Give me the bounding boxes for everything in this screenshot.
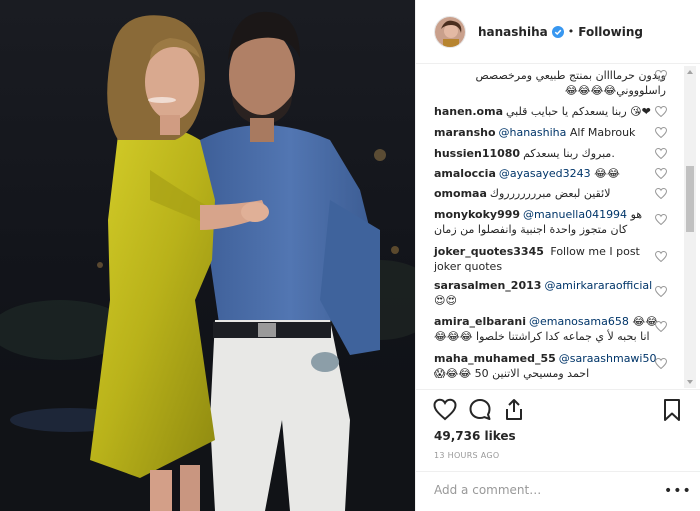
comment-text: ويدون حرماااان بمنتج طبيعي ومرخصصص — [475, 69, 666, 82]
list-item: maransho @hanashiha Alf Mabrouk — [434, 125, 666, 140]
comment-mention[interactable]: @emanosama658 — [529, 315, 629, 328]
comment-mention[interactable]: @amirkararaofficial — [544, 279, 652, 292]
heart-icon[interactable] — [655, 358, 667, 369]
separator-dot: • — [567, 25, 575, 38]
comment-user[interactable]: monykoky999 — [434, 208, 520, 221]
comment-text: 😂😂 — [590, 167, 620, 180]
comment-user[interactable]: amira_elbarani — [434, 315, 526, 328]
comment-mention[interactable]: @ayasayed3243 — [499, 167, 591, 180]
comment-user[interactable]: omomaa — [434, 187, 487, 200]
list-item: amira_elbarani @emanosama658 😂😂 انا بحبه … — [434, 314, 666, 344]
comment-user[interactable]: hanen.oma — [434, 105, 503, 118]
list-item: sarasalmen_2013 @amirkararaofficial 😍😍 — [434, 278, 666, 308]
comment-user[interactable]: maransho — [434, 126, 496, 139]
heart-icon[interactable] — [655, 148, 667, 159]
comment-mention[interactable]: @saraashmawi50 — [559, 352, 657, 365]
comment-text-cont: 😍😍 — [434, 294, 457, 307]
comment-text: هو — [627, 208, 643, 221]
scroll-up-arrow-icon[interactable] — [684, 66, 696, 78]
list-item: amaloccia @ayasayed3243 😂😂 — [434, 166, 666, 181]
comment-text: ربنا يسعدكم يا حبايب قلبي 😘❤ — [506, 105, 651, 118]
comment-user[interactable]: joker_quotes3345 — [434, 245, 544, 258]
comment-user[interactable]: hussien11080 — [434, 147, 520, 160]
heart-icon[interactable] — [655, 321, 667, 332]
post-actions: 49,736 likes 13 HOURS AGO ••• — [416, 389, 700, 511]
comment-mention[interactable]: @manuella041994 — [523, 208, 627, 221]
verified-icon — [551, 25, 564, 38]
heart-icon[interactable] — [655, 214, 667, 225]
comment-text-cont: كان متجوز واحدة اجنبية وانفصلوا من زمان — [434, 223, 628, 236]
comment-text-cont: راسلوووني😂😂😂😂 — [564, 84, 666, 97]
share-icon[interactable] — [502, 398, 526, 422]
heart-icon[interactable] — [655, 188, 667, 199]
comment-mention[interactable]: @hanashiha — [499, 126, 567, 139]
heart-icon[interactable] — [655, 106, 667, 117]
heart-icon[interactable] — [433, 398, 457, 422]
heart-icon[interactable] — [655, 286, 667, 297]
comment-text-cont: احمد ومسيحي الاتنين 50 😂😂😱 — [434, 367, 590, 380]
list-item: omomaa لائقين لبعض مبررررررروك — [434, 186, 666, 201]
heart-icon[interactable] — [655, 127, 667, 138]
heart-icon[interactable] — [655, 70, 667, 81]
list-item: joker_quotes3345 Follow me I post joker … — [434, 244, 666, 274]
comment-text: مبروك ربنا يسعدكم. — [523, 147, 615, 160]
comment-list: ويدون حرماااان بمنتج طبيعي ومرخصصص راسلو… — [416, 64, 700, 388]
comment-user[interactable]: amaloccia — [434, 167, 496, 180]
bookmark-icon[interactable] — [660, 398, 684, 422]
comment-text: لائقين لبعض مبررررررروك — [489, 187, 611, 200]
list-item: monykoky999 @manuella041994 هو كان متجوز … — [434, 207, 666, 237]
list-item: ويدون حرماااان بمنتج طبيعي ومرخصصص راسلو… — [434, 68, 666, 98]
comment-text: Alf Mabrouk — [566, 126, 636, 139]
comment-text-cont: joker quotes — [434, 260, 503, 273]
list-item: hanen.oma ربنا يسعدكم يا حبايب قلبي 😘❤ — [434, 104, 666, 119]
username[interactable]: hanashiha — [478, 25, 548, 39]
list-item: maha_muhamed_55 @saraashmawi50 احمد ومسيح… — [434, 351, 666, 381]
comment-text: Follow me I post — [546, 245, 640, 258]
comment-icon[interactable] — [468, 398, 492, 422]
comment-user[interactable]: maha_muhamed_55 — [434, 352, 556, 365]
comments-scrollbar[interactable] — [684, 66, 696, 388]
likes-count[interactable]: 49,736 likes — [434, 429, 516, 443]
list-item: hussien11080 مبروك ربنا يسعدكم. — [434, 146, 666, 161]
following-button[interactable]: Following — [578, 25, 643, 39]
comment-text-cont: انا بحبه لأ ي جماعه كدا كراشتنا خلصوا 😂😂… — [434, 330, 650, 343]
comment-user[interactable]: sarasalmen_2013 — [434, 279, 541, 292]
post-photo[interactable] — [0, 0, 415, 511]
post-header: hanashiha • Following — [416, 0, 700, 64]
heart-icon[interactable] — [655, 168, 667, 179]
heart-icon[interactable] — [655, 251, 667, 262]
scroll-down-arrow-icon[interactable] — [684, 376, 696, 388]
comment-input[interactable] — [434, 483, 654, 497]
avatar[interactable] — [434, 15, 466, 48]
comment-text: 😂😂 — [628, 315, 659, 328]
more-options-icon[interactable]: ••• — [664, 483, 692, 499]
post-timestamp[interactable]: 13 HOURS AGO — [434, 451, 500, 460]
scrollbar-thumb[interactable] — [686, 166, 694, 232]
post-sidebar: hanashiha • Following ويدون حرماااان بمن… — [415, 0, 700, 511]
comment-box: ••• — [416, 471, 700, 511]
